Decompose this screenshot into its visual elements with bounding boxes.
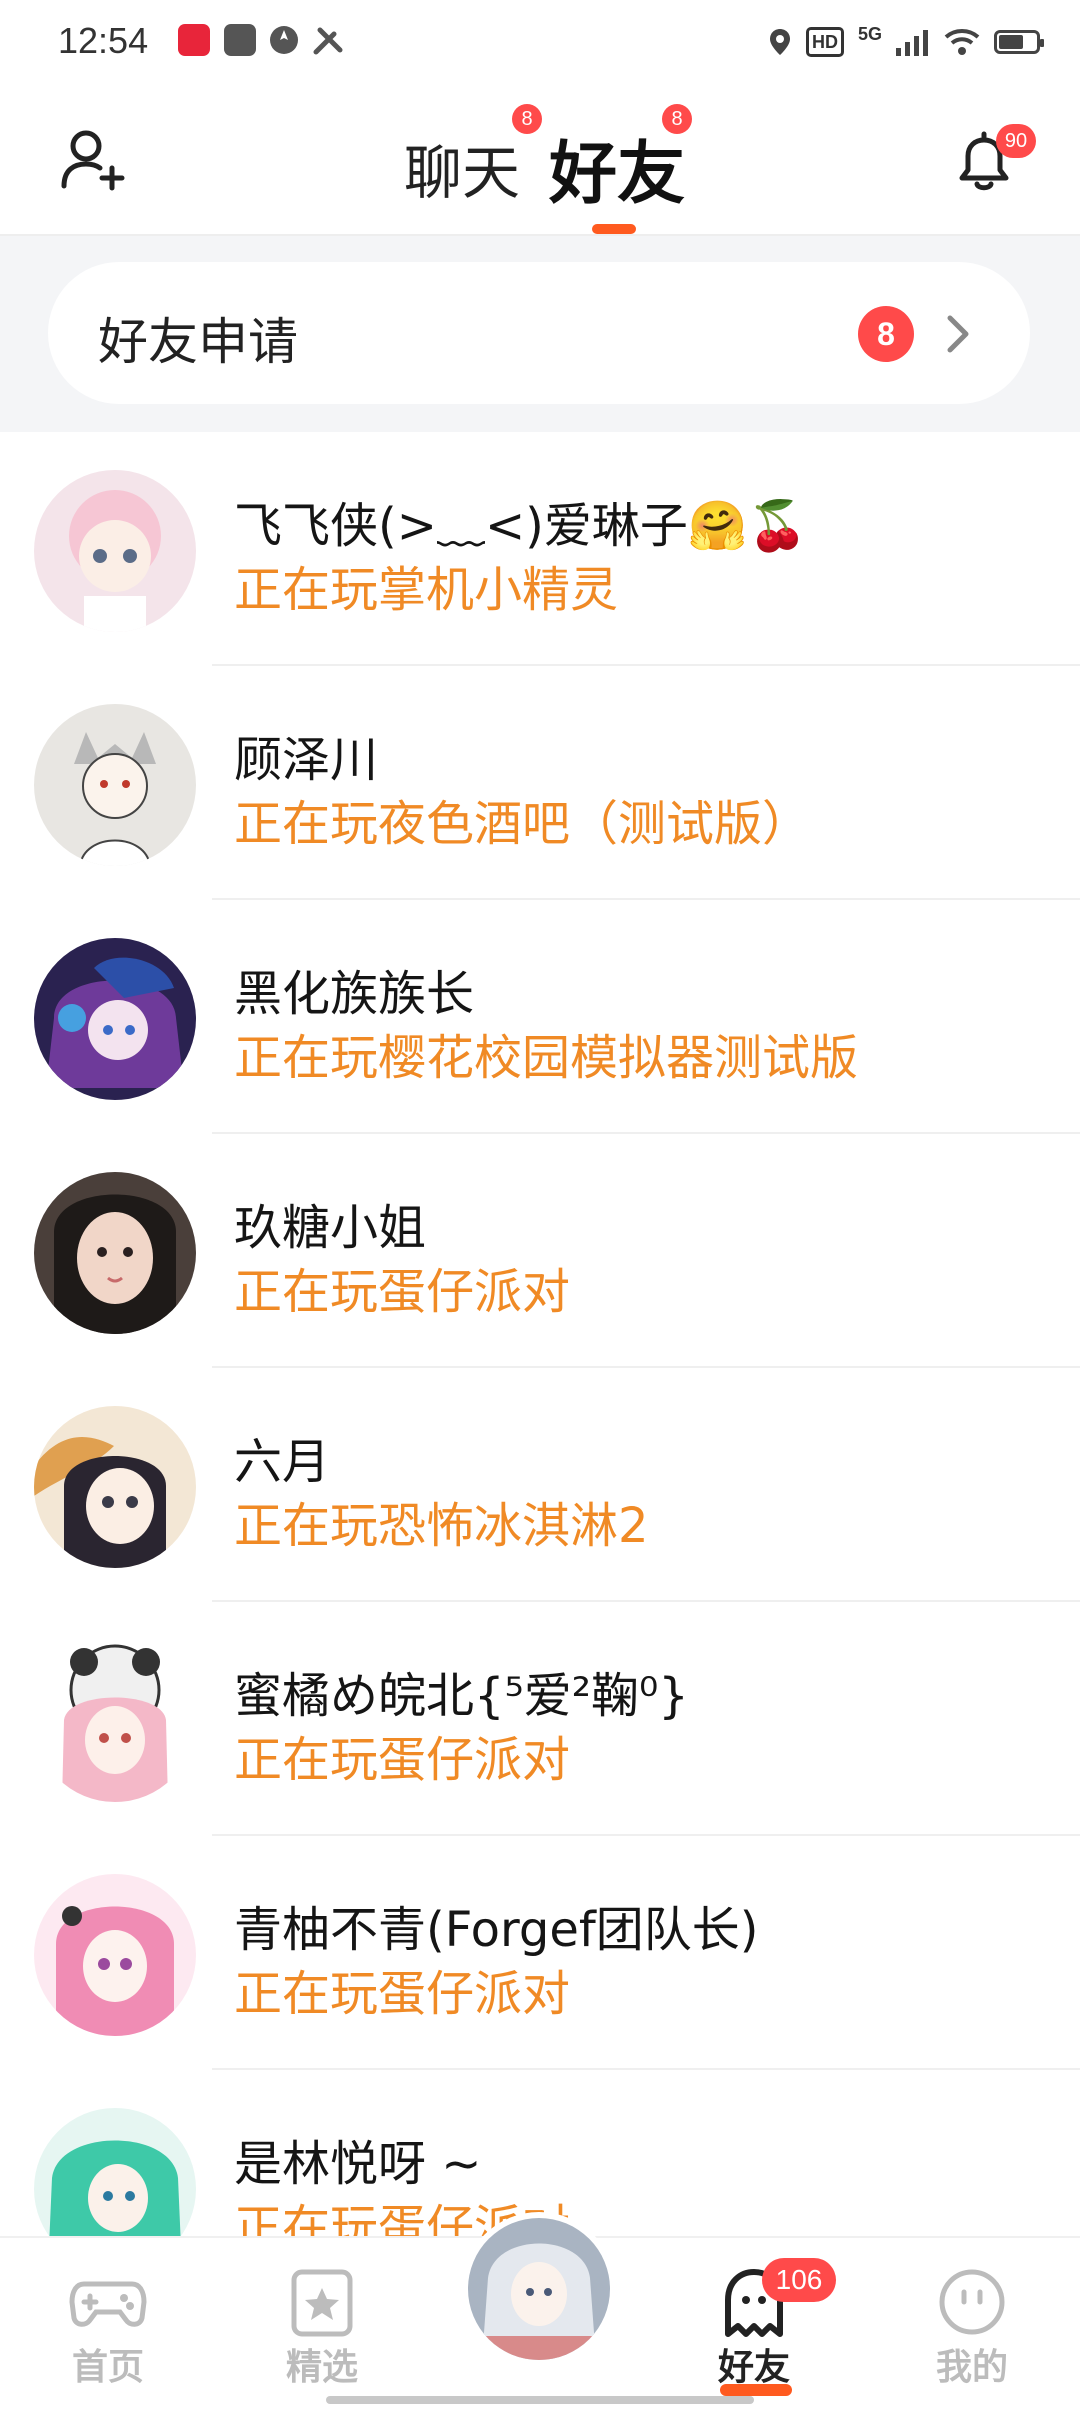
friend-list-item[interactable]: 玖糖小姐 正在玩蛋仔派对: [0, 1134, 1080, 1368]
friend-status: 正在玩蛋仔派对: [234, 1264, 571, 1320]
active-tab-indicator: [592, 224, 636, 234]
friend-name: 黑化族族长: [234, 966, 475, 1022]
nav-friends-badge: 106: [762, 2258, 836, 2302]
battery-icon: [994, 30, 1044, 54]
nav-profile[interactable]: 我的: [892, 2238, 1052, 2398]
friend-status: 正在玩蛋仔派对: [234, 1966, 571, 2022]
avatar[interactable]: [34, 1874, 196, 2036]
friend-status: 正在玩掌机小精灵: [234, 562, 619, 618]
profile-avatar: [468, 2218, 610, 2360]
tab-chat-badge: 8: [512, 104, 542, 134]
friend-list-item[interactable]: 黑化族族长 正在玩樱花校园模拟器测试版: [0, 900, 1080, 1134]
avatar[interactable]: [34, 1406, 196, 1568]
mail-notification-icon: [224, 24, 256, 56]
avatar[interactable]: [34, 470, 196, 632]
friend-name: 飞飞侠(>﹏<)爱琳子🤗🍒: [234, 498, 808, 554]
top-header: 聊天 8 好友 8 90: [0, 84, 1080, 236]
friend-list-item[interactable]: 飞飞侠(>﹏<)爱琳子🤗🍒 正在玩掌机小精灵: [0, 432, 1080, 666]
chevron-right-icon: [947, 315, 969, 353]
nav-center-avatar-button[interactable]: [462, 2212, 616, 2366]
notification-badge: 90: [996, 124, 1036, 158]
app-notification-icon: [178, 24, 210, 56]
tab-friends-badge: 8: [662, 104, 692, 134]
friend-request-badge: 8: [858, 306, 914, 362]
tools-notification-icon: [313, 27, 343, 55]
friend-list-item[interactable]: 六月 正在玩恐怖冰淇淋2: [0, 1368, 1080, 1602]
friend-status: 正在玩恐怖冰淇淋2: [234, 1498, 649, 1554]
friend-name: 顾泽川: [234, 732, 379, 788]
friend-name: 玖糖小姐: [234, 1200, 427, 1256]
avatar[interactable]: [34, 704, 196, 866]
friend-status: 正在玩蛋仔派对: [234, 1732, 571, 1788]
status-time: 12:54: [58, 20, 149, 61]
friend-name: 是林悦呀 ~: [234, 2136, 482, 2192]
friend-status: 正在玩樱花校园模拟器测试版: [234, 1030, 859, 1086]
network-type-label: 5G: [857, 24, 882, 44]
wifi-icon: [944, 29, 980, 55]
status-icons: HD 5G: [768, 22, 1044, 62]
friend-request-section: 好友申请 8: [0, 236, 1080, 432]
signal-icon: [896, 30, 928, 56]
friend-name: 六月: [234, 1434, 331, 1490]
status-bar: 12:54 HD 5G: [0, 0, 1080, 84]
star-card-icon: [291, 2269, 353, 2337]
bottom-navigation: 首页 精选 好友 106 我的: [0, 2212, 1080, 2410]
tab-friends[interactable]: 好友: [549, 118, 685, 217]
friend-request-label: 好友申请: [98, 313, 298, 371]
nav-featured[interactable]: 精选: [242, 2238, 402, 2398]
compass-notification-icon: [270, 26, 298, 54]
home-indicator[interactable]: [326, 2396, 754, 2404]
add-friend-icon[interactable]: [58, 124, 128, 194]
gamepad-icon: [69, 2281, 147, 2327]
nav-friends-label: 好友: [717, 2347, 790, 2388]
tab-chat[interactable]: 聊天: [404, 126, 520, 210]
nav-home-label: 首页: [71, 2347, 144, 2388]
avatar[interactable]: [34, 1640, 196, 1802]
nav-profile-label: 我的: [935, 2347, 1008, 2388]
friend-list-item[interactable]: 青柚不青(Forgef团队长) 正在玩蛋仔派对: [0, 1836, 1080, 2070]
friend-list-item[interactable]: 蜜橘め皖北{⁵爱²鞠⁰} 正在玩蛋仔派对: [0, 1602, 1080, 1836]
friend-list-item[interactable]: 顾泽川 正在玩夜色酒吧（测试版）: [0, 666, 1080, 900]
hd-badge: HD: [805, 27, 844, 57]
avatar[interactable]: [34, 1172, 196, 1334]
location-icon: [769, 29, 790, 55]
smiley-face-icon: [939, 2269, 1005, 2335]
friend-name: 蜜橘め皖北{⁵爱²鞠⁰}: [234, 1668, 689, 1724]
friend-request-button[interactable]: 好友申请 8: [48, 262, 1030, 404]
nav-home[interactable]: 首页: [28, 2238, 188, 2398]
friend-status: 正在玩夜色酒吧（测试版）: [234, 796, 811, 852]
active-nav-indicator: [720, 2384, 792, 2396]
avatar[interactable]: [34, 938, 196, 1100]
nav-featured-label: 精选: [285, 2347, 358, 2388]
friend-name: 青柚不青(Forgef团队长): [234, 1902, 759, 1958]
